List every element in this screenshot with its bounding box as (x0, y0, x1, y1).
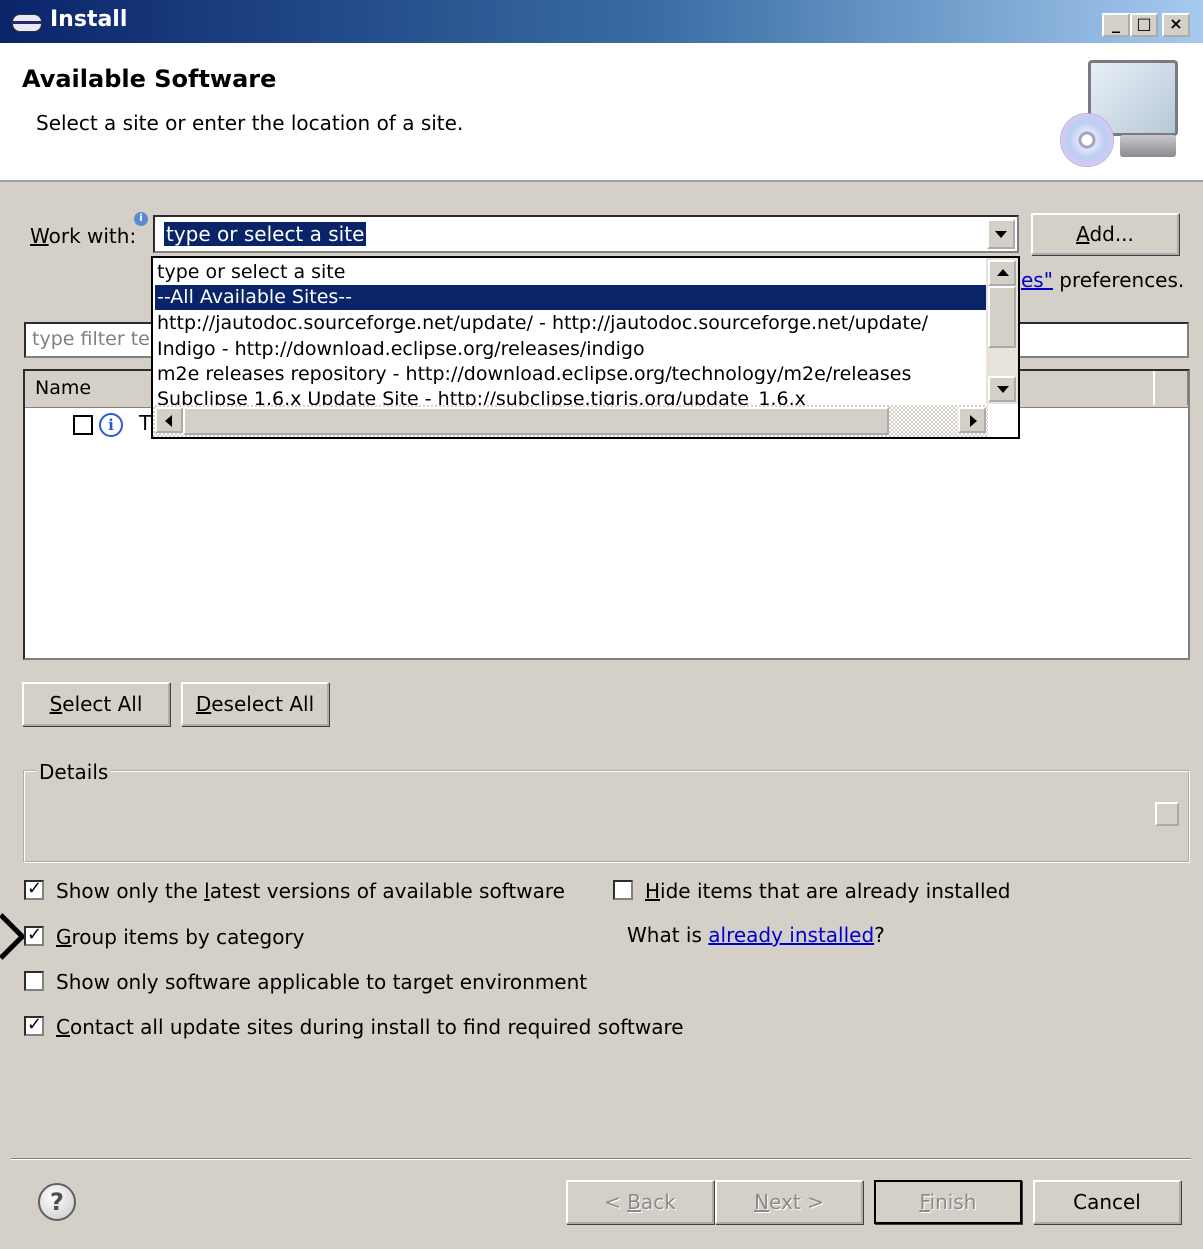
tree-row-checkbox[interactable] (73, 415, 93, 435)
minimize-button[interactable]: _ (1102, 13, 1130, 37)
dropdown-item[interactable]: m2e releases repository - http://downloa… (155, 362, 992, 387)
scroll-down-button[interactable] (988, 376, 1016, 402)
page-subtitle: Select a site or enter the location of a… (36, 111, 464, 135)
footer-separator (11, 1158, 1191, 1160)
work-with-combo[interactable]: type or select a site (153, 215, 1019, 253)
dropdown-item[interactable]: http://jautodoc.sourceforge.net/update/ … (155, 311, 992, 336)
target-environment-checkbox[interactable] (24, 971, 44, 991)
site-dropdown-list[interactable]: type or select a site --All Available Si… (151, 256, 1020, 439)
dropdown-horizontal-scrollbar[interactable] (153, 405, 988, 437)
dropdown-item[interactable]: type or select a site (155, 260, 992, 285)
group-by-category-label[interactable]: Group items by category (56, 925, 305, 949)
help-icon[interactable]: ? (38, 1183, 76, 1221)
eclipse-icon (11, 14, 42, 32)
vertical-scroll-thumb[interactable] (988, 286, 1016, 348)
dropdown-vertical-scrollbar[interactable] (986, 258, 1018, 404)
arrow-up-icon (997, 269, 1009, 276)
scroll-up-button[interactable] (988, 260, 1016, 286)
arrow-right-icon (970, 415, 977, 427)
combo-dropdown-button[interactable] (987, 219, 1015, 249)
close-button[interactable]: × (1162, 13, 1190, 37)
arrow-down-icon (997, 386, 1009, 393)
chevron-right-icon (0, 913, 26, 960)
what-is-installed-text: What is already installed? (627, 923, 885, 947)
details-label: Details (36, 760, 112, 784)
column-name[interactable]: Name (25, 371, 155, 405)
hide-installed-label[interactable]: Hide items that are already installed (645, 879, 1011, 903)
cd-icon (1060, 113, 1114, 167)
contact-sites-checkbox[interactable] (24, 1014, 44, 1036)
page-title: Available Software (22, 65, 277, 93)
next-button[interactable]: Next > (715, 1180, 863, 1224)
tree-row-label: T (139, 411, 152, 435)
group-by-category-checkbox[interactable] (24, 924, 44, 946)
deselect-all-button[interactable]: Deselect All (181, 682, 329, 726)
dropdown-item-selected[interactable]: --All Available Sites-- (155, 285, 992, 310)
back-button[interactable]: < Back (566, 1180, 714, 1224)
dropdown-item[interactable]: Indigo - http://download.eclipse.org/rel… (155, 337, 992, 362)
work-with-value[interactable]: type or select a site (164, 222, 367, 246)
select-all-button[interactable]: Select All (22, 682, 170, 726)
dropdown-item[interactable]: Subclipse 1.6.x Update Site - http://sub… (155, 387, 992, 405)
latest-versions-checkbox[interactable] (24, 878, 44, 900)
preferences-text: es" preferences. (1021, 268, 1185, 292)
computer-base-icon (1120, 135, 1176, 157)
wizard-header: Available Software Select a site or ente… (0, 43, 1203, 182)
scroll-left-button[interactable] (155, 407, 183, 433)
hide-installed-checkbox[interactable] (613, 880, 633, 900)
maximize-button[interactable]: □ (1130, 13, 1158, 37)
title-bar: Install _ □ × (0, 0, 1203, 43)
horizontal-scroll-thumb[interactable] (183, 407, 889, 435)
info-icon: i (134, 212, 148, 226)
latest-versions-label[interactable]: Show only the latest versions of availab… (56, 879, 565, 903)
window-title: Install (50, 7, 128, 32)
scroll-right-button[interactable] (958, 407, 986, 433)
chevron-down-icon (995, 231, 1007, 238)
work-with-label: Work with: (30, 224, 137, 248)
arrow-left-icon (165, 415, 172, 427)
target-environment-label[interactable]: Show only software applicable to target … (56, 970, 587, 994)
already-installed-link[interactable]: already installed (708, 923, 874, 947)
details-group (23, 770, 1190, 863)
info-circle-icon: i (99, 413, 123, 437)
add-button[interactable]: Add... (1031, 213, 1179, 255)
available-sites-link[interactable]: es" (1021, 268, 1053, 292)
details-expand-icon[interactable] (1155, 802, 1179, 826)
column-extra[interactable] (1153, 371, 1189, 405)
cancel-button[interactable]: Cancel (1033, 1180, 1181, 1224)
contact-sites-label[interactable]: Contact all update sites during install … (56, 1015, 684, 1039)
finish-button[interactable]: Finish (874, 1180, 1022, 1224)
